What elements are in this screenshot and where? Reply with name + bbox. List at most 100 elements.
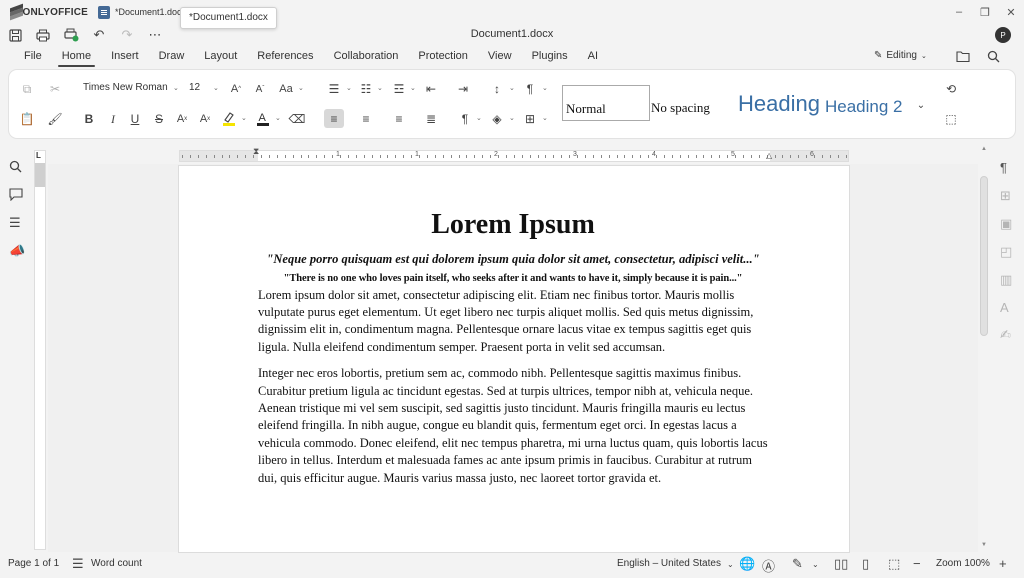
line-spacing-chevron-icon[interactable]: ⌄ xyxy=(509,84,515,92)
vertical-ruler[interactable]: L xyxy=(34,150,46,550)
save-icon[interactable] xyxy=(1,24,29,46)
zoom-level[interactable]: Zoom 100% xyxy=(936,558,990,569)
copy-icon[interactable]: ⧉ xyxy=(19,81,35,97)
close-button[interactable]: ✕ xyxy=(998,0,1024,24)
nonprinting-chevron-icon[interactable]: ⌄ xyxy=(542,84,548,92)
font-size-chevron-icon[interactable]: ⌄ xyxy=(213,84,219,92)
fit-page-icon[interactable]: ▯ xyxy=(862,556,869,572)
align-right-icon[interactable]: ≡ xyxy=(391,111,407,127)
borders-icon[interactable]: ⊞ xyxy=(522,111,538,127)
menu-home[interactable]: Home xyxy=(52,46,101,67)
spellcheck-icon[interactable]: Ⓐ xyxy=(762,556,775,575)
editing-mode-button[interactable]: ✎ Editing ⌄ xyxy=(874,50,927,61)
increase-indent-icon[interactable]: ⇥ xyxy=(455,81,471,97)
track-changes-icon[interactable]: ✎ xyxy=(792,556,803,572)
menu-collaboration[interactable]: Collaboration xyxy=(324,46,409,66)
image-settings-icon[interactable]: ▣ xyxy=(1000,216,1012,232)
font-name-select[interactable]: Times New Roman xyxy=(83,82,168,93)
signature-settings-icon[interactable]: ✍ xyxy=(1000,327,1011,343)
style-heading-1[interactable]: Heading xyxy=(738,91,820,117)
word-count-button[interactable]: Word count xyxy=(91,558,142,569)
right-indent-marker-icon[interactable]: △ xyxy=(766,151,772,160)
select-all-icon[interactable]: ⬚ xyxy=(943,111,959,127)
decrease-indent-icon[interactable]: ⇤ xyxy=(423,81,439,97)
menu-file[interactable]: File xyxy=(14,46,52,66)
document-tab[interactable]: *Document1.docx xyxy=(92,0,192,24)
table-settings-icon[interactable]: ⊞ xyxy=(1000,188,1011,204)
change-case-icon[interactable]: Aa xyxy=(277,81,295,97)
style-normal[interactable]: Normal xyxy=(562,85,650,121)
change-case-chevron-icon[interactable]: ⌄ xyxy=(298,84,304,92)
bold-icon[interactable]: B xyxy=(81,111,97,127)
chart-settings-icon[interactable]: ▥ xyxy=(1000,272,1012,288)
menu-protection[interactable]: Protection xyxy=(408,46,478,66)
font-color-icon[interactable]: A xyxy=(255,110,271,126)
fit-width-icon[interactable]: ⬚ xyxy=(888,556,900,572)
horizontal-ruler[interactable]: 1 1 2 3 4 5 6 xyxy=(179,150,849,162)
text-direction-icon[interactable]: ¶ xyxy=(457,111,473,127)
redo-icon[interactable]: ↷ xyxy=(113,24,141,46)
menu-view[interactable]: View xyxy=(478,46,522,66)
justify-icon[interactable]: ≣ xyxy=(423,111,439,127)
more-options-icon[interactable]: ⋯ xyxy=(141,24,169,46)
menu-references[interactable]: References xyxy=(247,46,323,66)
track-changes-chevron-icon[interactable]: ⌄ xyxy=(812,560,819,569)
menu-plugins[interactable]: Plugins xyxy=(522,46,578,66)
scroll-down-icon[interactable]: ▼ xyxy=(980,542,988,550)
language-chevron-icon[interactable]: ⌄ xyxy=(727,560,734,569)
highlight-color-icon[interactable] xyxy=(221,110,237,126)
align-left-icon[interactable]: ≡ xyxy=(324,109,344,128)
menu-ai[interactable]: AI xyxy=(578,46,608,66)
style-no-spacing[interactable]: No spacing xyxy=(651,100,710,116)
underline-icon[interactable]: U xyxy=(127,111,143,127)
shading-chevron-icon[interactable]: ⌄ xyxy=(509,114,515,122)
search-icon[interactable] xyxy=(987,50,1000,66)
paste-icon[interactable]: 📋 xyxy=(19,111,35,127)
book-view-icon[interactable]: ▯▯ xyxy=(834,556,848,572)
nonprinting-icon[interactable]: ¶ xyxy=(522,81,538,97)
highlight-chevron-icon[interactable]: ⌄ xyxy=(241,114,247,122)
subscript-icon[interactable]: Ax xyxy=(197,111,213,127)
increase-font-icon[interactable]: A ^ xyxy=(228,81,244,97)
feedback-icon[interactable]: 📣 xyxy=(9,243,25,259)
numbering-chevron-icon[interactable]: ⌄ xyxy=(377,84,383,92)
font-name-chevron-icon[interactable]: ⌄ xyxy=(173,84,179,92)
search-icon[interactable] xyxy=(9,160,22,176)
document-page[interactable]: Lorem Ipsum "Neque porro quisquam est qu… xyxy=(179,166,849,552)
zoom-out-icon[interactable]: − xyxy=(913,556,921,571)
font-size-select[interactable]: 12 xyxy=(189,82,200,93)
undo-icon[interactable]: ↶ xyxy=(85,24,113,46)
replace-style-icon[interactable]: ⟲ xyxy=(943,81,959,97)
user-avatar[interactable]: P xyxy=(995,27,1011,43)
open-location-icon[interactable] xyxy=(956,50,971,66)
font-color-chevron-icon[interactable]: ⌄ xyxy=(275,114,281,122)
navigation-icon[interactable]: ☰ xyxy=(9,215,21,231)
decrease-font-icon[interactable]: Aˇ xyxy=(252,81,268,97)
text-direction-chevron-icon[interactable]: ⌄ xyxy=(476,114,482,122)
tab-stop-icon[interactable]: L xyxy=(36,151,45,160)
textart-settings-icon[interactable]: A xyxy=(1000,300,1009,315)
scroll-up-icon[interactable]: ▲ xyxy=(980,146,988,154)
restore-button[interactable]: ❐ xyxy=(972,0,998,24)
bullets-chevron-icon[interactable]: ⌄ xyxy=(346,84,352,92)
cut-icon[interactable]: ✂ xyxy=(47,81,63,97)
paragraph-settings-icon[interactable]: ¶ xyxy=(1000,160,1007,175)
italic-icon[interactable]: I xyxy=(105,111,121,127)
shape-settings-icon[interactable]: ◰ xyxy=(1000,244,1012,260)
strikethrough-icon[interactable]: S xyxy=(151,111,167,127)
styles-expand-chevron-icon[interactable]: ⌄ xyxy=(914,97,928,113)
globe-icon[interactable]: 🌐 xyxy=(739,556,755,572)
scrollbar-thumb[interactable] xyxy=(980,176,988,336)
menu-layout[interactable]: Layout xyxy=(194,46,247,66)
superscript-icon[interactable]: Ax xyxy=(174,111,190,127)
language-select[interactable]: English – United States xyxy=(617,558,721,569)
print-icon[interactable] xyxy=(29,24,57,46)
borders-chevron-icon[interactable]: ⌄ xyxy=(542,114,548,122)
vertical-scrollbar[interactable]: ▲ ▼ xyxy=(979,146,989,552)
style-heading-2[interactable]: Heading 2 xyxy=(825,97,903,117)
copy-style-icon[interactable]: 🖌 xyxy=(47,111,63,127)
align-center-icon[interactable]: ≡ xyxy=(358,111,374,127)
zoom-in-icon[interactable]: + xyxy=(999,556,1007,571)
menu-draw[interactable]: Draw xyxy=(149,46,195,66)
bullets-icon[interactable]: ☰ xyxy=(326,81,342,97)
